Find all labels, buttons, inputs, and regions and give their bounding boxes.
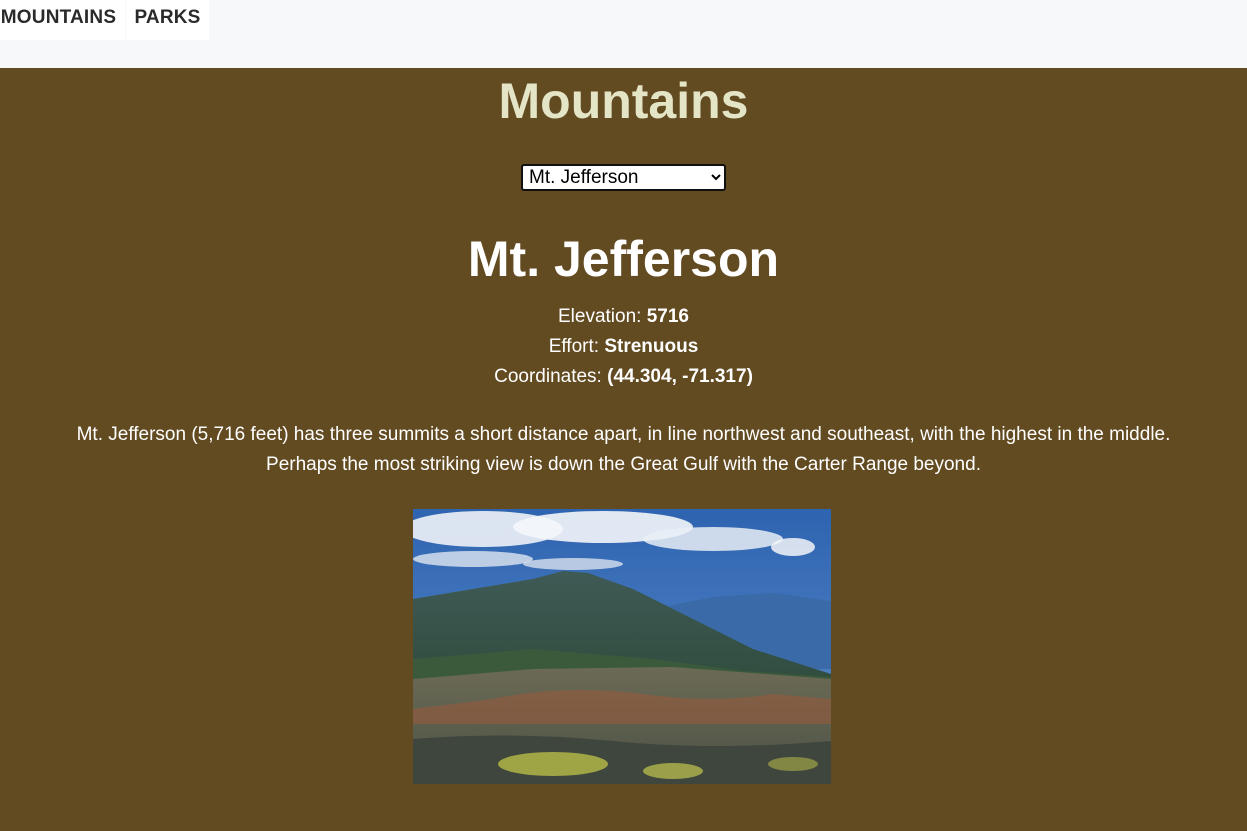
mountain-facts: Elevation: 5716 Effort: Strenuous Coordi… (0, 302, 1247, 392)
main-content: Mountains Mt. Jefferson Mt. Jefferson El… (0, 68, 1247, 831)
page-title: Mountains (498, 73, 749, 129)
effort-label: Effort: (548, 336, 605, 357)
mountain-photo-illustration (413, 509, 831, 784)
description-line-1: Mt. Jefferson (5,716 feet) has three sum… (76, 424, 1171, 445)
coordinates-label: Coordinates: (494, 366, 608, 387)
elevation-value: 5716 (646, 306, 689, 327)
effort-row: Effort: Strenuous (0, 332, 1247, 362)
mountain-photo (413, 509, 831, 784)
elevation-label: Elevation: (557, 306, 647, 327)
select-wrapper: Mt. Jefferson (0, 164, 1247, 191)
description-line-2: Perhaps the most striking view is down t… (266, 454, 981, 475)
coordinates-row: Coordinates: (44.304, -71.317) (0, 362, 1247, 392)
effort-value: Strenuous (604, 336, 699, 357)
mountain-name-heading: Mt. Jefferson (467, 231, 780, 287)
mountain-select[interactable]: Mt. Jefferson (521, 164, 726, 191)
elevation-row: Elevation: 5716 (0, 302, 1247, 332)
top-nav: MOUNTAINS PARKS (0, 0, 1247, 68)
mountain-description: Mt. Jefferson (5,716 feet) has three sum… (40, 420, 1207, 480)
nav-parks[interactable]: PARKS (126, 0, 209, 40)
coordinates-value: (44.304, -71.317) (607, 366, 753, 387)
nav-mountains[interactable]: MOUNTAINS (0, 0, 125, 40)
